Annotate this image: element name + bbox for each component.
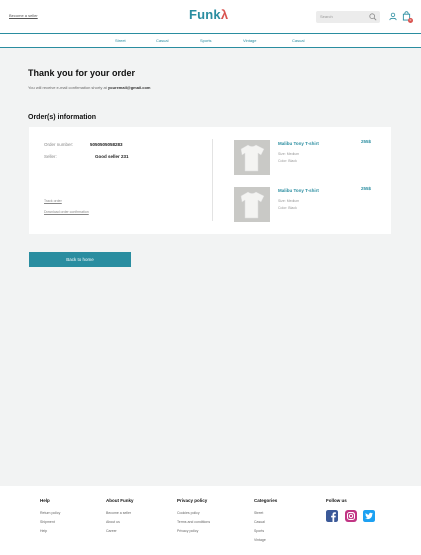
seller-name: Good seller 231 bbox=[95, 154, 129, 159]
footer-heading: Categories bbox=[254, 498, 278, 503]
footer-col-categories: Categories Street Casual Sports Vintage bbox=[254, 498, 277, 547]
logo-mark: λ bbox=[220, 7, 229, 22]
user-icon[interactable] bbox=[389, 12, 397, 21]
search-placeholder: Search bbox=[320, 14, 333, 19]
nav-item-vintage[interactable]: Vintage bbox=[243, 38, 257, 43]
product-size: Size: Medium bbox=[278, 199, 300, 203]
confirmation-email: youremail@gmail.com bbox=[107, 85, 151, 90]
category-nav: Street Casual Sports Vintage Casual bbox=[0, 33, 421, 48]
footer-link[interactable]: Privacy policy bbox=[177, 529, 210, 533]
confirmation-text: You will receive e-mail confirmation sho… bbox=[28, 85, 107, 90]
footer-link[interactable]: About us bbox=[106, 520, 134, 524]
footer-link[interactable]: Casual bbox=[254, 520, 277, 524]
footer-heading: Follow us bbox=[326, 498, 347, 503]
footer-link[interactable]: Sports bbox=[254, 529, 277, 533]
footer-link[interactable]: Terms and conditions bbox=[177, 520, 210, 524]
order-number: 5050505058283 bbox=[90, 142, 123, 147]
footer: Help Return policy Shipment Help About F… bbox=[0, 486, 421, 555]
facebook-icon[interactable] bbox=[326, 510, 338, 522]
back-to-home-button[interactable]: Back to home bbox=[29, 252, 131, 267]
product-image[interactable] bbox=[234, 140, 270, 175]
logo-text: Funk bbox=[189, 7, 221, 22]
header: Become a seller Funkλ Search 0 bbox=[0, 0, 421, 33]
become-seller-link[interactable]: Become a seller bbox=[9, 13, 38, 18]
footer-link[interactable]: Help bbox=[40, 529, 60, 533]
nav-item-casual[interactable]: Casual bbox=[156, 38, 168, 43]
instagram-icon[interactable] bbox=[345, 510, 357, 522]
product-color: Color: Black bbox=[278, 159, 297, 163]
footer-heading: Privacy policy bbox=[177, 498, 208, 503]
search-input[interactable]: Search bbox=[316, 11, 380, 23]
footer-link[interactable]: Shipment bbox=[40, 520, 60, 524]
logo[interactable]: Funkλ bbox=[189, 7, 228, 22]
footer-heading: Help bbox=[40, 498, 50, 503]
order-card: Order number: 5050505058283 Seller: Good… bbox=[29, 127, 391, 234]
footer-link[interactable]: Career bbox=[106, 529, 134, 533]
cart-count-badge: 0 bbox=[408, 18, 413, 23]
product-name[interactable]: Malibu Tony T-shirt bbox=[278, 188, 319, 193]
confirmation-message: You will receive e-mail confirmation sho… bbox=[28, 85, 151, 90]
footer-col-help: Help Return policy Shipment Help bbox=[40, 498, 60, 538]
seller-label: Seller: bbox=[44, 154, 57, 159]
twitter-icon[interactable] bbox=[363, 510, 375, 522]
divider bbox=[212, 139, 213, 221]
footer-col-about: About Funky Become a seller About us Car… bbox=[106, 498, 134, 538]
download-confirmation-link[interactable]: Download order confirmation bbox=[44, 210, 89, 214]
product-name[interactable]: Malibu Tony T-shirt bbox=[278, 141, 319, 146]
tshirt-image bbox=[234, 187, 270, 222]
footer-heading: About Funky bbox=[106, 498, 134, 503]
footer-link[interactable]: Cookies policy bbox=[177, 511, 210, 515]
product-image[interactable] bbox=[234, 187, 270, 222]
product-color: Color: Black bbox=[278, 206, 297, 210]
footer-link[interactable]: Become a seller bbox=[106, 511, 134, 515]
nav-item-street[interactable]: Street bbox=[115, 38, 126, 43]
footer-link[interactable]: Street bbox=[254, 511, 277, 515]
product-size: Size: Medium bbox=[278, 152, 300, 156]
search-icon[interactable] bbox=[369, 13, 377, 21]
footer-link[interactable]: Vintage bbox=[254, 538, 277, 542]
tshirt-image bbox=[234, 140, 270, 175]
product-price: 255$ bbox=[361, 139, 372, 144]
footer-link[interactable]: Return policy bbox=[40, 511, 60, 515]
footer-col-privacy: Privacy policy Cookies policy Terms and … bbox=[177, 498, 210, 538]
page-title: Thank you for your order bbox=[28, 68, 136, 78]
order-number-label: Order number: bbox=[44, 142, 74, 147]
product-price: 255$ bbox=[361, 186, 372, 191]
nav-item-casual-2[interactable]: Casual bbox=[292, 38, 304, 43]
orders-title: Order(s) information bbox=[28, 114, 97, 121]
nav-item-sports[interactable]: Sports bbox=[200, 38, 212, 43]
track-order-link[interactable]: Track order bbox=[44, 199, 62, 203]
